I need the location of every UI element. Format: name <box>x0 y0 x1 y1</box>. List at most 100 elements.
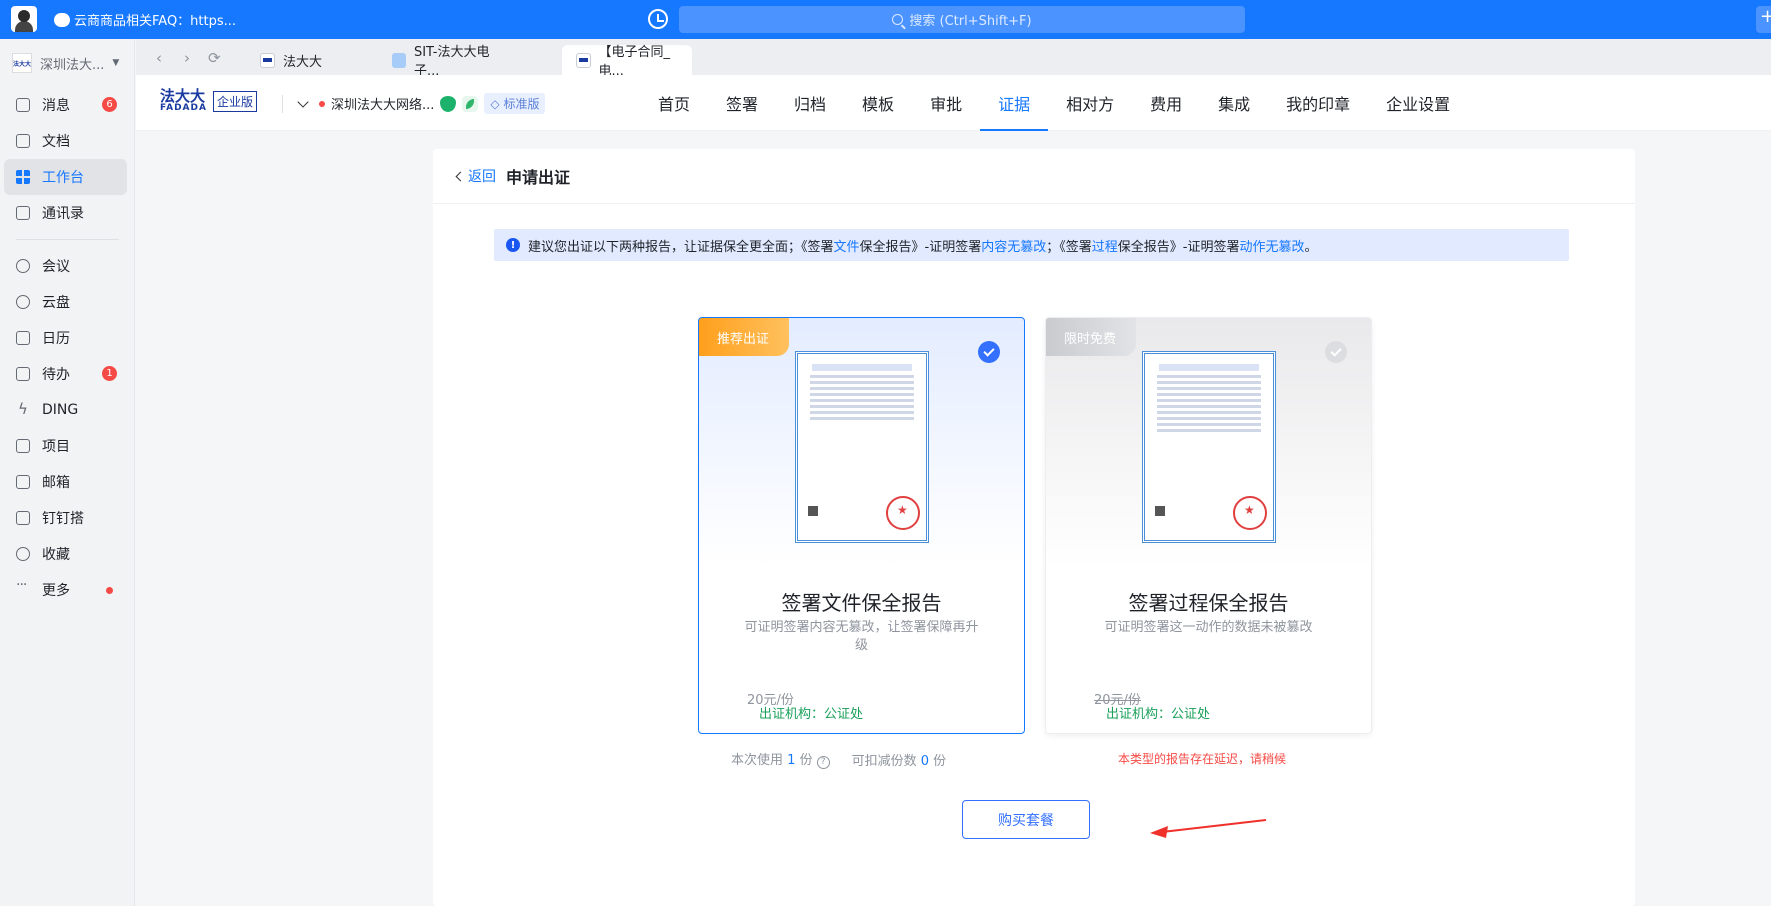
main-content: 返回 申请出证 ! 建议您出证以下两种报告，让证据保全更全面；《签署文件保全报告… <box>136 131 1771 906</box>
global-search-input[interactable]: 搜索 (Ctrl+Shift+F) <box>679 6 1245 33</box>
seal-stamp-icon <box>1233 496 1267 530</box>
page-favicon <box>392 52 406 68</box>
nav-settings[interactable]: 企业设置 <box>1368 75 1468 131</box>
qr-code-icon <box>808 506 818 516</box>
company-switcher[interactable]: 深圳法大大网络... ◇ 标准版 <box>282 93 546 114</box>
sidebar-item-project[interactable]: 项目 <box>4 428 127 464</box>
nav-approval[interactable]: 审批 <box>912 75 980 131</box>
info-icon: ! <box>506 238 520 252</box>
status-dot <box>319 100 325 107</box>
sidebar-nav: 消息 6 文档 工作台 通讯录 会议 云盘 日历 待办 1 ϟ DING 项目 … <box>0 87 135 608</box>
page-title: 申请出证 <box>506 168 571 187</box>
cloud-icon <box>16 295 30 309</box>
certificate-preview <box>795 351 929 543</box>
sign-file-report-card[interactable]: 推荐出证 签署文件保全报告 可证明签署内容无篡改，让签署保障再升级 出证机构：公… <box>698 317 1025 734</box>
left-sidebar: 法大大 深圳法大... ▼ 消息 6 文档 工作台 通讯录 会议 云盘 日历 待… <box>0 39 135 906</box>
add-button[interactable]: + <box>1756 6 1771 33</box>
verified-shield-icon <box>440 95 457 112</box>
sidebar-item-dingda[interactable]: 钉钉搭 <box>4 500 127 536</box>
refresh-icon[interactable]: ⟳ <box>208 49 221 67</box>
sidebar-item-todo[interactable]: 待办 1 <box>4 356 127 392</box>
meeting-icon <box>16 259 30 273</box>
card-description: 可证明签署这一动作的数据未被篡改 <box>1104 620 1313 635</box>
unselected-check-icon[interactable] <box>1325 341 1347 363</box>
nav-counterparty[interactable]: 相对方 <box>1048 75 1132 131</box>
buy-package-button[interactable]: 购买套餐 <box>962 800 1090 839</box>
notification-dot <box>106 587 113 594</box>
sidebar-item-docs[interactable]: 文档 <box>4 123 127 159</box>
user-avatar[interactable] <box>11 6 37 32</box>
card-footer: 出证机构：公证处 20元/份 <box>747 689 984 722</box>
panel-header: 返回 申请出证 <box>433 149 1635 204</box>
nav-billing[interactable]: 费用 <box>1132 75 1200 131</box>
sidebar-item-meeting[interactable]: 会议 <box>4 248 127 284</box>
sidebar-item-messages[interactable]: 消息 6 <box>4 87 127 123</box>
sidebar-item-ding[interactable]: DING <box>4 392 127 428</box>
mail-icon <box>16 475 30 489</box>
nav-template[interactable]: 模板 <box>844 75 912 131</box>
fadada-favicon <box>260 52 275 68</box>
todo-badge: 1 <box>102 366 117 381</box>
issuing-org: 出证机构：公证处 <box>759 707 864 722</box>
search-icon <box>892 14 904 25</box>
company-name: 深圳法大大网络... <box>331 98 435 113</box>
history-icon[interactable] <box>648 9 668 29</box>
workbench-icon <box>16 170 30 184</box>
sidebar-item-mail[interactable]: 邮箱 <box>4 464 127 500</box>
card-footer: 出证机构：公证处 20元/份 <box>1094 689 1331 722</box>
back-link[interactable]: 返回 <box>455 166 496 186</box>
nav-my-seal[interactable]: 我的印章 <box>1268 75 1368 131</box>
plan-badge: ◇ 标准版 <box>484 93 546 114</box>
nav-evidence[interactable]: 证据 <box>980 75 1049 131</box>
recommendation-notice: ! 建议您出证以下两种报告，让证据保全更全面；《签署文件保全报告》-证明签署内容… <box>494 229 1569 261</box>
back-arrow-icon[interactable]: ‹ <box>156 49 162 67</box>
sidebar-item-more[interactable]: 更多 <box>4 572 127 608</box>
tab-sit-fadada[interactable]: SIT-法大大电子... <box>378 45 508 79</box>
nav-home[interactable]: 首页 <box>640 75 708 131</box>
sign-process-report-card[interactable]: 限时免费 签署过程保全报告 可证明签署这一动作的数据未被篡改 出证机构：公证处 … <box>1045 317 1372 734</box>
project-icon <box>16 439 30 453</box>
todo-icon <box>16 367 30 381</box>
nav-integration[interactable]: 集成 <box>1200 75 1268 131</box>
issuing-org: 出证机构：公证处 <box>1106 707 1211 722</box>
org-switcher[interactable]: 法大大 深圳法大... ▼ <box>12 53 119 73</box>
free-tag: 限时免费 <box>1046 318 1136 356</box>
sidebar-item-workbench[interactable]: 工作台 <box>4 159 127 195</box>
seal-stamp-icon <box>886 496 920 530</box>
more-icon <box>16 577 30 597</box>
usage-summary: 本次使用 1 份? 可扣减份数 0 份 <box>731 753 947 769</box>
sidebar-item-favorites[interactable]: 收藏 <box>4 536 127 572</box>
nav-archive[interactable]: 归档 <box>776 75 844 131</box>
sidebar-item-cloud[interactable]: 云盘 <box>4 284 127 320</box>
ding-icon <box>16 400 30 418</box>
message-icon <box>16 98 30 112</box>
calendar-icon <box>16 331 30 345</box>
unread-badge: 6 <box>102 97 117 112</box>
recommended-tag: 推荐出证 <box>699 318 789 356</box>
tab-contract[interactable]: 【电子合同_电... <box>562 45 692 79</box>
leaf-icon <box>462 95 479 112</box>
selected-check-icon[interactable] <box>978 341 1000 363</box>
sidebar-item-contacts[interactable]: 通讯录 <box>4 195 127 231</box>
card-title: 签署过程保全报告 <box>1128 591 1289 615</box>
document-icon <box>16 134 30 148</box>
help-icon[interactable]: ? <box>816 756 830 769</box>
chat-title[interactable]: 云商商品相关FAQ：https... <box>54 8 236 29</box>
tab-fadada[interactable]: 法大大 <box>246 45 381 75</box>
sidebar-item-calendar[interactable]: 日历 <box>4 320 127 356</box>
favorite-icon <box>16 547 30 561</box>
card-title: 签署文件保全报告 <box>781 591 942 615</box>
nav-sign[interactable]: 签署 <box>708 75 776 131</box>
dingda-icon <box>16 511 30 525</box>
browser-tab-bar: ‹ › ⟳ 法大大 SIT-法大大电子... 【电子合同_电... <box>136 39 1771 79</box>
app-header: 法大大 FADADA 企业版 深圳法大大网络... ◇ 标准版 首页 签署 归档… <box>136 75 1771 131</box>
forward-arrow-icon[interactable]: › <box>184 49 190 67</box>
main-nav: 首页 签署 归档 模板 审批 证据 相对方 费用 集成 我的印章 企业设置 <box>640 75 1468 131</box>
brand-logo[interactable]: 法大大 FADADA 企业版 <box>160 89 257 113</box>
delay-warning: 本类型的报告存在延迟，请稍候 <box>1118 752 1287 766</box>
title-bar: 云商商品相关FAQ：https... 搜索 (Ctrl+Shift+F) + <box>0 0 1771 39</box>
chevron-down-icon <box>297 95 309 108</box>
qr-code-icon <box>1155 506 1165 516</box>
chat-bubble-icon <box>54 8 70 27</box>
org-name: 深圳法大... <box>40 57 105 73</box>
